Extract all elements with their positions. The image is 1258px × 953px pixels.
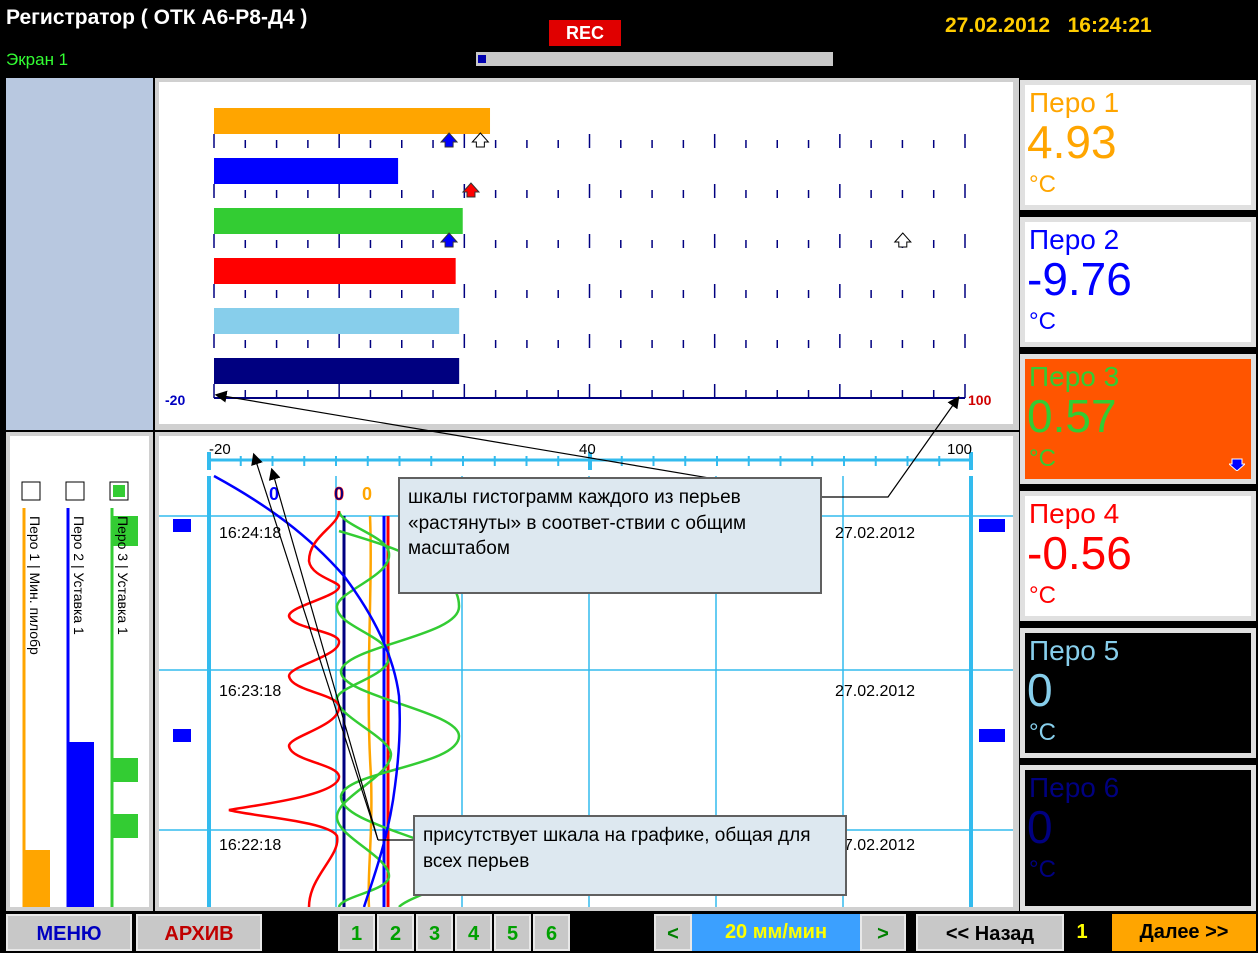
screen-tab-6[interactable]: 6 (533, 914, 570, 951)
histogram-setpoint-marker (439, 232, 459, 248)
legend-level-2 (68, 742, 94, 907)
pen-4-value: -0.56 (1027, 527, 1132, 579)
trend-date-1: 27.02.2012 (835, 525, 915, 542)
histogram-chart: -20 100 (165, 108, 992, 408)
screen-tab-5[interactable]: 5 (494, 914, 531, 951)
trend-date-2: 27.02.2012 (835, 683, 915, 700)
time-text: 16:24:21 (1067, 14, 1152, 37)
trend-scale-label-3: 100 (947, 441, 972, 458)
histogram-setpoint-marker (893, 232, 912, 248)
histogram-bar-3 (214, 208, 463, 234)
legend-label-1: Перо 1 | Мин. пилобр (27, 516, 43, 655)
trend-pen-marker-2: 0 (334, 484, 344, 504)
histogram-bar-2 (214, 158, 399, 184)
trend-side-marker-right-2 (979, 729, 1005, 742)
legend-label-3: Перо 3 | Уставка 1 (115, 516, 131, 635)
pen-tile-1[interactable]: Перо 1 4.93 °C (1020, 80, 1256, 210)
legend-checkbox-3-fill (113, 485, 125, 497)
screen-tab-1[interactable]: 1 (338, 914, 375, 951)
app-title: Регистратор ( ОТК А6-Р8-Д4 ) (6, 6, 308, 29)
trend-date-3: 27.02.2012 (835, 837, 915, 854)
back-button[interactable]: << Назад (916, 914, 1064, 951)
screen-tab-4[interactable]: 4 (455, 914, 492, 951)
pen-6-value: 0 (1027, 801, 1053, 853)
histogram-bar-5 (214, 308, 460, 334)
pen-5-unit: °C (1029, 719, 1056, 746)
trend-pen-marker-3: 0 (362, 484, 372, 504)
pen-5-value: 0 (1027, 664, 1053, 716)
legend-checkbox-1[interactable] (21, 481, 41, 501)
memory-progress-bar (476, 52, 833, 66)
histogram-setpoint-marker (461, 182, 481, 198)
trend-scale-label-1: -20 (209, 441, 231, 458)
trend-side-marker-left-1 (173, 519, 191, 532)
trend-side-marker-left-2 (173, 729, 191, 742)
histogram-bar-4 (214, 258, 456, 284)
speed-prev-button[interactable]: < (654, 914, 692, 951)
pen-4-unit: °C (1029, 582, 1056, 609)
chart-speed-display[interactable]: 20 мм/мин (692, 914, 860, 951)
menu-button[interactable]: МЕНЮ (6, 914, 132, 951)
histogram-setpoint-marker (439, 132, 459, 148)
pen-tile-2[interactable]: Перо 2 -9.76 °C (1020, 217, 1256, 347)
histogram-bar-1 (214, 108, 491, 134)
pen-tile-5[interactable]: Перо 5 0 °C (1020, 628, 1256, 758)
pen-2-value: -9.76 (1027, 253, 1132, 305)
page-number: 1 (1068, 914, 1096, 951)
callout-common-scale: присутствует шкала на графике, общая для… (413, 815, 847, 896)
trend-scale-label-2: 40 (579, 441, 596, 458)
pen-tile-4[interactable]: Перо 4 -0.56 °C (1020, 491, 1256, 621)
date-text: 27.02.2012 (945, 14, 1051, 37)
legend-label-2: Перо 2 | Уставка 1 (71, 516, 87, 635)
callout-histogram-scales: шкалы гистограмм каждого из перьев «раст… (398, 477, 822, 594)
pen-6-unit: °C (1029, 856, 1056, 883)
legend-panel: Перо 1 | Мин. пилобр Перо 2 | Уставка 1 … (6, 432, 153, 911)
speed-next-button[interactable]: > (860, 914, 906, 951)
rec-badge: REC (549, 20, 621, 46)
next-button[interactable]: Далее >> (1112, 914, 1256, 951)
trend-time-3: 16:22:18 (219, 837, 281, 854)
histogram-scale-min: -20 (165, 392, 185, 408)
trend-pen-marker-1: 0 (269, 484, 279, 504)
trend-time-2: 16:23:18 (219, 683, 281, 700)
legend-level-3a (112, 758, 138, 782)
progress-marker (478, 55, 486, 63)
pen-3-unit: °C (1029, 445, 1056, 472)
legend-chart: Перо 1 | Мин. пилобр Перо 2 | Уставка 1 … (21, 481, 138, 907)
pen-1-value: 4.93 (1027, 116, 1117, 168)
pen-tile-6[interactable]: Перо 6 0 °C (1020, 765, 1256, 911)
datetime: 27.02.2012 16:24:21 (945, 14, 1152, 38)
pen-tile-3[interactable]: Перо 3 0.57 °C (1020, 354, 1256, 484)
screen-name: Экран 1 (6, 50, 69, 69)
legend-level-1 (24, 850, 50, 907)
pen-3-value: 0.57 (1027, 390, 1117, 442)
trend-line-pen1 (367, 515, 373, 908)
legend-checkbox-2[interactable] (65, 481, 85, 501)
screen-tab-3[interactable]: 3 (416, 914, 453, 951)
trend-time-1: 16:24:18 (219, 525, 281, 542)
histogram-setpoint-marker (471, 132, 490, 148)
trend-side-marker-right-1 (979, 519, 1005, 532)
pen-2-unit: °C (1029, 308, 1056, 335)
histogram-bar-6 (214, 358, 460, 384)
pen-1-unit: °C (1029, 171, 1056, 198)
left-info-panel (6, 78, 153, 430)
screen-tab-2[interactable]: 2 (377, 914, 414, 951)
histogram-scale-max: 100 (968, 392, 992, 408)
alarm-down-arrow-icon (1229, 458, 1245, 471)
legend-level-3b (112, 814, 138, 838)
histogram-panel: -20 100 (155, 78, 1019, 430)
archive-button[interactable]: АРХИВ (136, 914, 262, 951)
